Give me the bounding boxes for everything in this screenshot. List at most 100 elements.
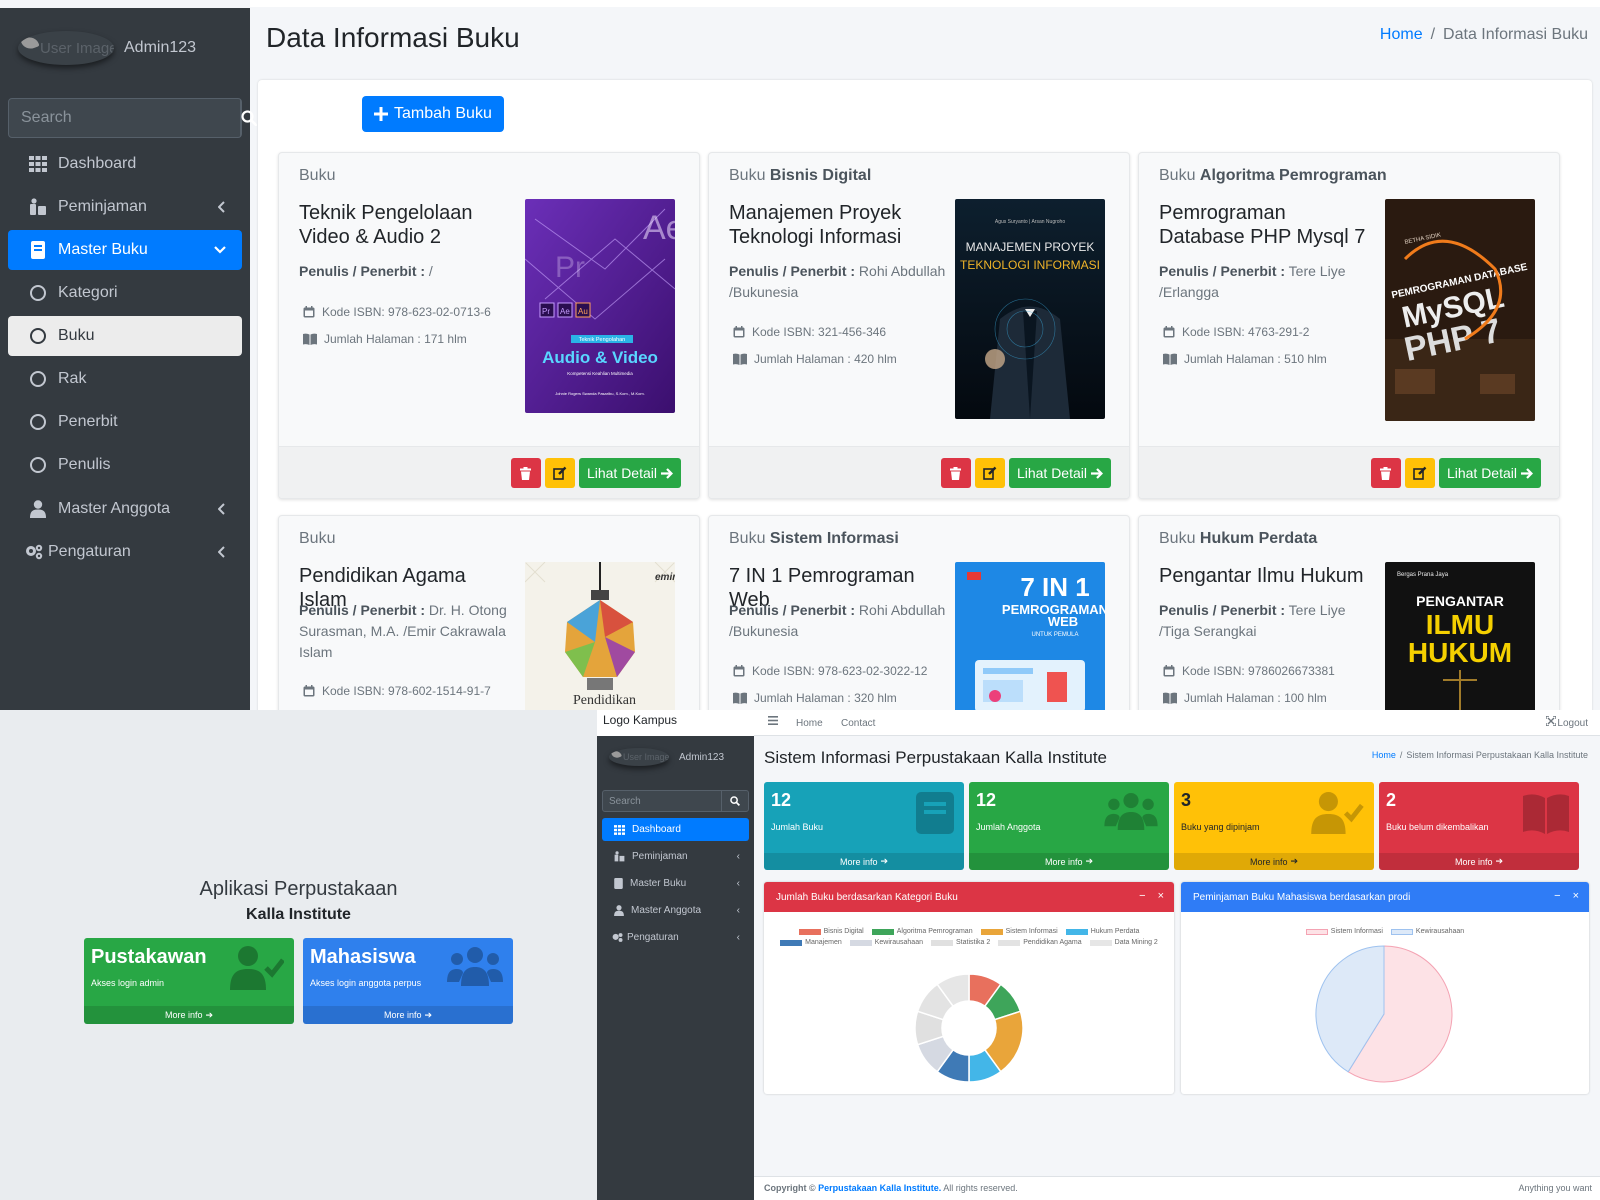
- svg-text:MANAJEMEN PROYEK: MANAJEMEN PROYEK: [966, 240, 1095, 254]
- sidebar-item-buku[interactable]: Buku: [8, 316, 242, 356]
- delete-button[interactable]: [1370, 458, 1401, 488]
- more-info-link[interactable]: More info ➔: [969, 853, 1169, 870]
- book-card: Buku Pendidikan Agama Islam Penulis / Pe…: [278, 515, 700, 710]
- more-info-link[interactable]: More info ➔: [1174, 853, 1374, 870]
- dash-menu-master-anggota[interactable]: Master Anggota ‹: [602, 899, 749, 922]
- login-box-pustakawan[interactable]: Pustakawan Akses login admin More info ➔: [84, 938, 294, 1024]
- dash-menu-dashboard[interactable]: Dashboard: [602, 818, 749, 841]
- dash-menu-master-buku[interactable]: Master Buku ‹: [602, 872, 749, 895]
- avatar: User Image: [609, 748, 669, 766]
- detail-button[interactable]: Lihat Detail: [1438, 458, 1541, 488]
- close-icon[interactable]: ×: [1158, 890, 1164, 902]
- more-info-link[interactable]: More info ➔: [1379, 853, 1579, 870]
- svg-text:Bergas Prana Jaya: Bergas Prana Jaya: [1397, 572, 1449, 578]
- detail-button[interactable]: Lihat Detail: [578, 458, 681, 488]
- delete-button[interactable]: [510, 458, 541, 488]
- nav-contact-link[interactable]: Contact: [841, 718, 875, 729]
- book-card: Buku Bisnis Digital Manajemen Proyek Tek…: [708, 152, 1130, 499]
- login-box-mahasiswa[interactable]: Mahasiswa Akses login anggota perpus Mor…: [303, 938, 513, 1024]
- search-input[interactable]: [603, 791, 721, 811]
- user-icon: [614, 905, 624, 916]
- login-subtitle: Kalla Institute: [246, 906, 351, 923]
- login-box-heading: Mahasiswa: [310, 946, 416, 968]
- calendar-icon: [733, 665, 745, 677]
- breadcrumb-home-link[interactable]: Home: [1380, 26, 1423, 44]
- dash-menu-peminjaman[interactable]: Peminjaman ‹: [602, 845, 749, 868]
- legend-item[interactable]: Pendidikan Agama: [998, 939, 1082, 946]
- book-author: Penulis / Penerbit : Dr. H. Otong Surasm…: [299, 602, 507, 660]
- sidebar-search: [602, 790, 749, 812]
- legend-swatch: [1305, 928, 1328, 935]
- more-info-link[interactable]: More info ➔: [764, 853, 964, 870]
- edit-button[interactable]: [544, 458, 575, 488]
- search-button[interactable]: [721, 791, 748, 811]
- more-info-link[interactable]: More info ➔: [303, 1006, 513, 1024]
- calendar-icon: [1163, 665, 1175, 677]
- minus-icon[interactable]: −: [1554, 890, 1560, 902]
- nav-home-link[interactable]: Home: [796, 718, 823, 729]
- sidebar-item-kategori[interactable]: Kategori: [8, 273, 242, 313]
- arrow-circle-right-icon: ➔: [1290, 856, 1299, 866]
- edit-button[interactable]: [1404, 458, 1435, 488]
- footer-link[interactable]: Perpustakaan Kalla Institute.: [818, 1183, 941, 1193]
- stat-box[interactable]: 12 Jumlah Buku More info ➔: [764, 782, 964, 870]
- legend-item[interactable]: Kewirausahaan: [1390, 928, 1464, 935]
- minus-icon[interactable]: −: [1139, 890, 1145, 902]
- edit-icon: [1413, 466, 1427, 480]
- sidebar-item-master-buku[interactable]: Master Buku: [8, 230, 242, 270]
- stat-label: Jumlah Anggota: [976, 822, 1041, 832]
- legend-item[interactable]: Sistem Informasi: [1305, 928, 1383, 935]
- legend-item[interactable]: Sistem Informasi: [980, 928, 1058, 935]
- chevron-left-icon: ‹: [736, 851, 740, 862]
- fullscreen-icon[interactable]: [1546, 716, 1556, 726]
- svg-text:WEB: WEB: [1048, 614, 1078, 629]
- sidebar-item-label: Penerbit: [58, 413, 118, 430]
- legend-item[interactable]: Manajemen: [780, 939, 842, 946]
- dash-menu-pengaturan[interactable]: Pengaturan ‹: [602, 926, 749, 949]
- legend-item[interactable]: Bisnis Digital: [798, 928, 864, 935]
- add-book-button[interactable]: Tambah Buku: [362, 96, 504, 132]
- legend-item[interactable]: Kewirausahaan: [849, 939, 923, 946]
- logo-kampus[interactable]: Logo Kampus: [597, 710, 754, 736]
- dashboard-screen: Logo Kampus User Image Admin123 Dashboar…: [597, 710, 1600, 1200]
- book-card: Buku Hukum Perdata Pengantar Ilmu Hukum …: [1138, 515, 1560, 710]
- close-icon[interactable]: ×: [1573, 890, 1579, 902]
- footer: Copyright © Perpustakaan Kalla Institute…: [754, 1176, 1600, 1200]
- sidebar-item-penulis[interactable]: Penulis: [8, 445, 242, 485]
- book-list-screen: User Image Admin123 Dashboard Peminjaman…: [0, 0, 1600, 710]
- stat-box[interactable]: 2 Buku belum dikembalikan More info ➔: [1379, 782, 1579, 870]
- sidebar-item-dashboard[interactable]: Dashboard: [8, 144, 242, 184]
- user-panel[interactable]: User Image Admin123: [609, 748, 724, 766]
- search-input[interactable]: [9, 99, 240, 137]
- username[interactable]: Admin123: [124, 39, 196, 57]
- username[interactable]: Admin123: [679, 752, 724, 763]
- legend-item[interactable]: Data Mining 2: [1089, 939, 1158, 946]
- delete-button[interactable]: [940, 458, 971, 488]
- hamburger-icon[interactable]: [768, 716, 778, 725]
- legend-item[interactable]: Algoritma Pemrograman: [871, 928, 973, 935]
- legend-item[interactable]: Statistika 2: [931, 939, 990, 946]
- sidebar-item-master-anggota[interactable]: Master Anggota: [8, 489, 242, 529]
- sidebar-item-rak[interactable]: Rak: [8, 359, 242, 399]
- edit-button[interactable]: [974, 458, 1005, 488]
- stat-box[interactable]: 3 Buku yang dipinjam More info ➔: [1174, 782, 1374, 870]
- detail-button[interactable]: Lihat Detail: [1008, 458, 1111, 488]
- legend-item[interactable]: Hukum Perdata: [1065, 928, 1139, 935]
- more-info-link[interactable]: More info ➔: [84, 1006, 294, 1024]
- more-info-label: More info: [164, 1010, 203, 1020]
- stat-box[interactable]: 12 Jumlah Anggota More info ➔: [969, 782, 1169, 870]
- user-panel[interactable]: User Image Admin123: [18, 28, 196, 68]
- sidebar: User Image Admin123 Dashboard Peminjaman…: [0, 0, 257, 710]
- panel-tools: − ×: [1139, 890, 1164, 902]
- sidebar-item-pengaturan[interactable]: Pengaturan: [8, 532, 242, 572]
- login-screen: Aplikasi Perpustakaan Kalla Institute Pu…: [0, 710, 597, 1200]
- breadcrumb-home-link[interactable]: Home: [1372, 750, 1396, 760]
- book-cover-image: Bergas Prana Jaya PENGANTAR ILMU HUKUM: [1385, 562, 1535, 710]
- book-pages: Jumlah Halaman : 320 hlm: [733, 691, 897, 705]
- sidebar-item-label: Dashboard: [58, 155, 137, 172]
- book-isbn: Kode ISBN: 978-623-02-3022-12: [733, 664, 927, 678]
- logout-link[interactable]: Logout: [1557, 718, 1588, 729]
- sidebar-item-penerbit[interactable]: Penerbit: [8, 402, 242, 442]
- sidebar-item-peminjaman[interactable]: Peminjaman: [8, 187, 242, 227]
- book-title: Pengantar Ilmu Hukum: [1159, 565, 1364, 587]
